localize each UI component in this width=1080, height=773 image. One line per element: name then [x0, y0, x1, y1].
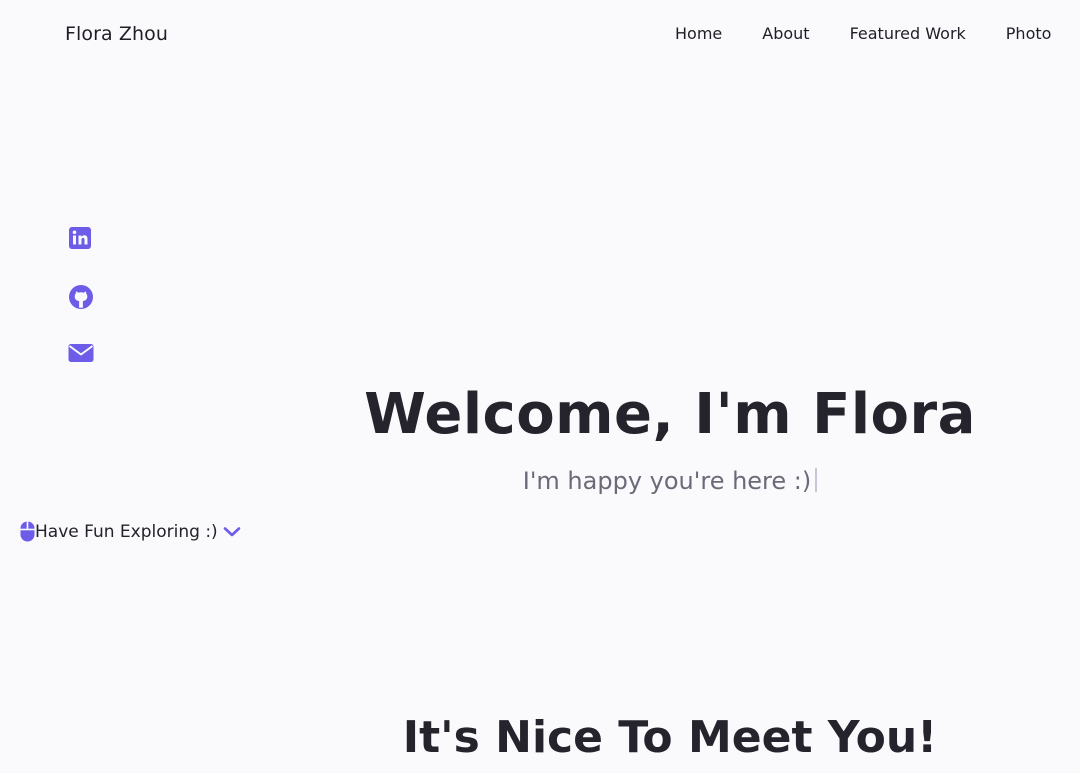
nav-item-featured-work[interactable]: Featured Work: [850, 24, 966, 43]
linkedin-link[interactable]: [68, 226, 94, 250]
hero-subtitle-wrap: I'm happy you're here :): [0, 467, 1080, 495]
page: Flora Zhou Home About Featured Work Phot…: [0, 0, 1080, 773]
envelope-icon: [68, 344, 94, 362]
scroll-hint[interactable]: Have Fun Exploring :): [20, 521, 242, 542]
typing-caret: [815, 468, 818, 492]
linkedin-icon: [69, 227, 91, 249]
hero-subtitle: I'm happy you're here :): [522, 467, 812, 495]
mouse-icon: [20, 521, 35, 542]
hero-title: Welcome, I'm Flora: [364, 382, 976, 447]
main-nav: Home About Featured Work Photo: [675, 24, 1051, 43]
scroll-hint-label: Have Fun Exploring :): [35, 521, 218, 542]
about-section-title: It's Nice To Meet You!: [402, 712, 938, 763]
github-icon: [69, 285, 93, 309]
nav-item-home[interactable]: Home: [675, 24, 722, 43]
brand-name[interactable]: Flora Zhou: [65, 23, 168, 45]
social-links: [68, 226, 94, 366]
nav-item-photo[interactable]: Photo: [1006, 24, 1052, 43]
email-link[interactable]: [68, 342, 94, 366]
github-link[interactable]: [68, 284, 94, 309]
chevron-down-icon: [223, 526, 240, 536]
nav-item-about[interactable]: About: [762, 24, 809, 43]
